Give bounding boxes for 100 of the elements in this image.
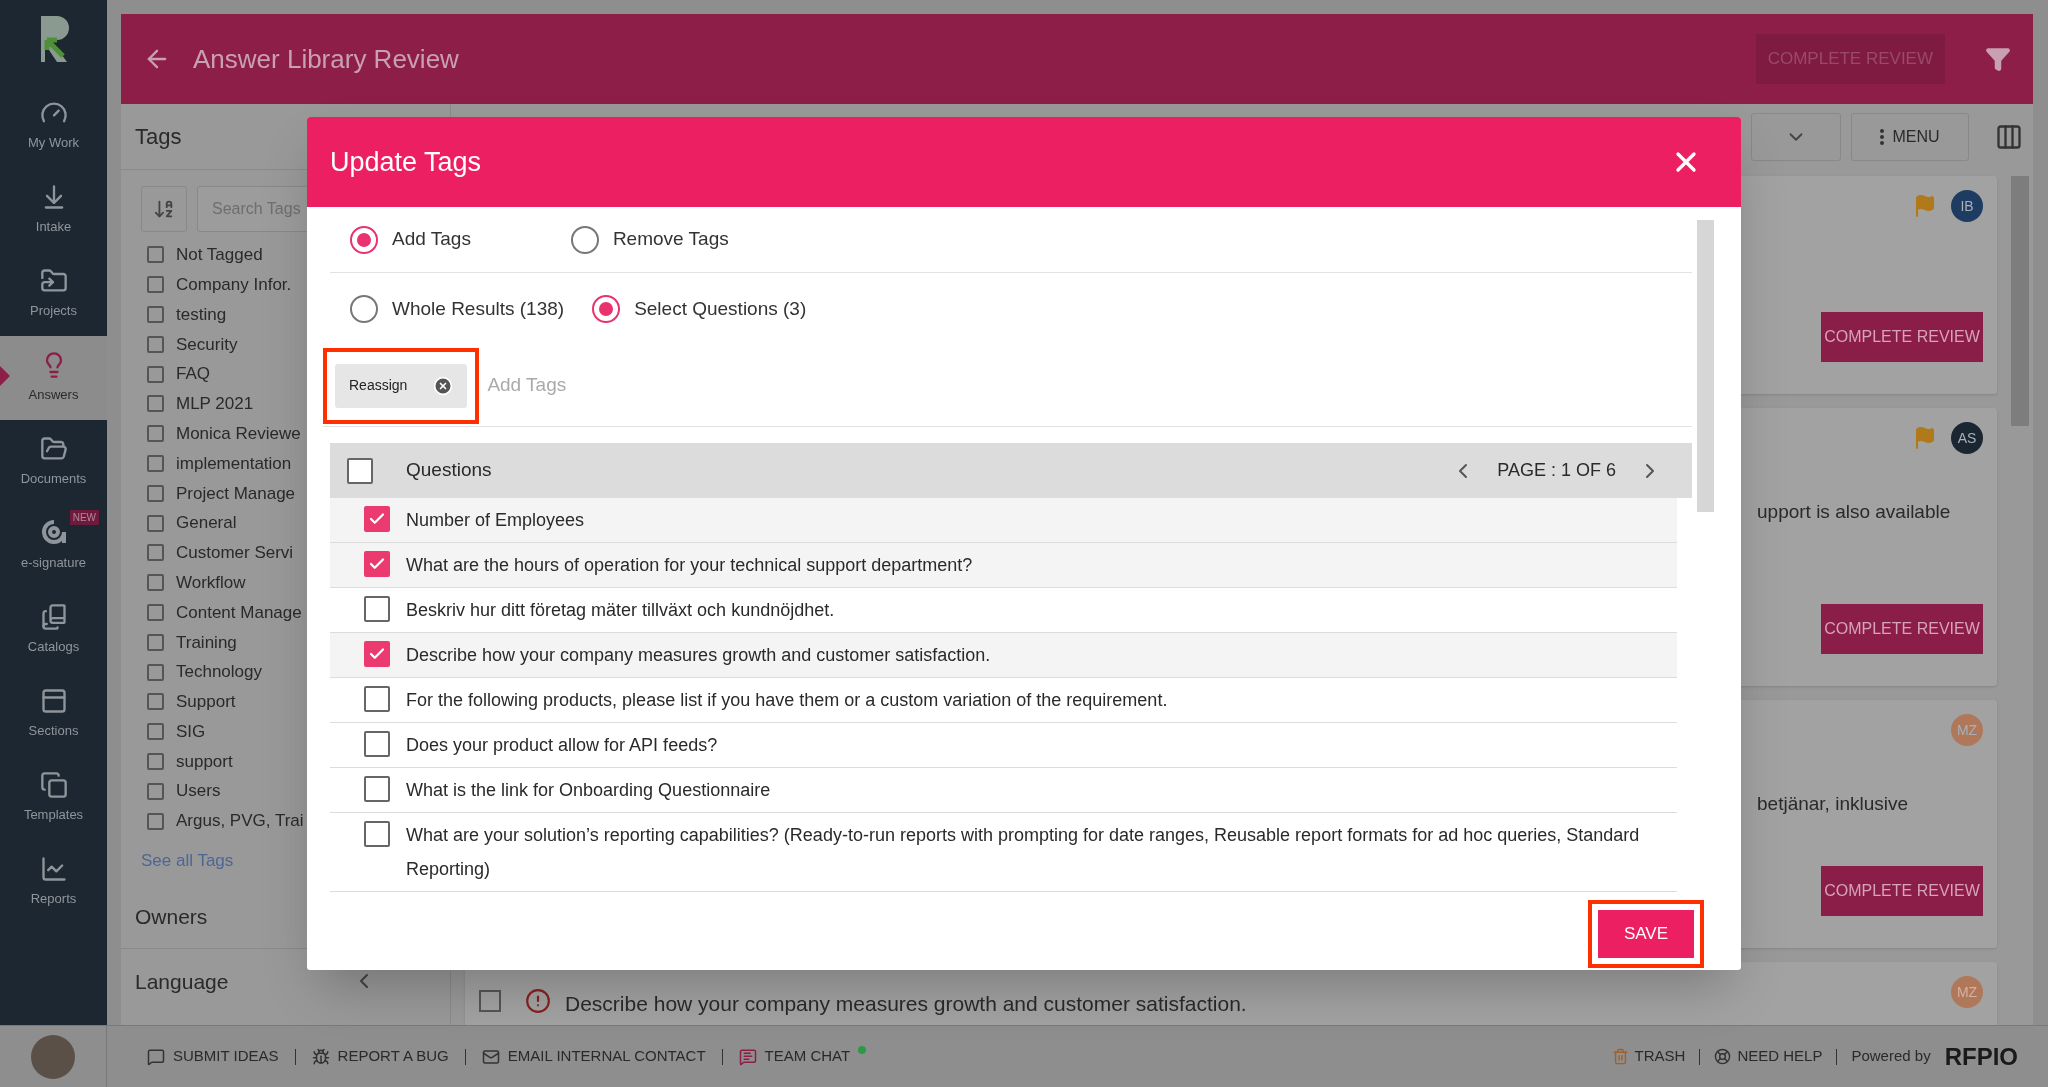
trash-icon	[1611, 1048, 1629, 1065]
checkbox[interactable]	[147, 454, 164, 472]
radio-button[interactable]	[592, 295, 621, 323]
checkbox[interactable]	[147, 663, 164, 681]
chat-icon	[147, 1047, 165, 1066]
brand-logo: RFPIO	[1944, 1041, 2018, 1072]
complete-review-button[interactable]: COMPLETE REVIEW	[1821, 312, 1983, 362]
column-header: Questions	[406, 458, 492, 483]
footer-link[interactable]: TEAM CHAT	[738, 1045, 867, 1068]
tag-label: Training	[176, 631, 237, 654]
sidebar-label: Catalogs	[27, 638, 80, 657]
checkbox[interactable]	[147, 276, 164, 294]
checkbox[interactable]	[364, 596, 390, 622]
sidebar-item[interactable]: NEW e-signature	[0, 504, 107, 588]
question-text: What are your solution’s reporting capabilities? (Ready-to-run reports with prompting for date ranges, Reusable report formats for ad hoc queries, Standard Reporting)	[406, 824, 1641, 881]
tag-label: Content Manage	[176, 601, 302, 624]
tag-input[interactable]: Add Tags	[487, 371, 788, 400]
book-icon	[39, 603, 68, 632]
radio-label: Remove Tags	[612, 227, 729, 252]
radio-button[interactable]	[570, 225, 599, 254]
window-icon	[39, 687, 68, 716]
checkbox[interactable]	[147, 365, 164, 383]
tag-label: Monica Reviewe	[176, 422, 301, 445]
checkbox[interactable]	[364, 731, 390, 757]
footer-link[interactable]: REPORT A BUG	[311, 1045, 449, 1068]
sidebar-item[interactable]: Templates	[0, 756, 107, 840]
tag-label: Technology	[176, 661, 262, 684]
checkbox[interactable]	[147, 484, 164, 502]
complete-review-button[interactable]: COMPLETE REVIEW	[1821, 604, 1983, 654]
avatar: MZ	[1951, 714, 1983, 746]
checkbox[interactable]	[364, 506, 390, 532]
new-badge: NEW	[69, 510, 99, 525]
sort-icon	[153, 198, 175, 220]
question-text: Describe how your company measures growth and customer satisfaction.	[565, 991, 1247, 1017]
sidebar-item[interactable]: Sections	[0, 672, 107, 756]
sidebar-label: Templates	[23, 806, 84, 825]
sidebar-item[interactable]: Projects	[0, 252, 107, 336]
scrollbar[interactable]	[2011, 176, 2029, 426]
sidebar-item[interactable]: Catalogs	[0, 588, 107, 672]
tag-chip[interactable]: Reassign	[335, 363, 468, 408]
sort-button[interactable]	[141, 186, 187, 232]
checkbox[interactable]	[147, 752, 164, 770]
footer-link[interactable]: TRASH	[1611, 1045, 1686, 1068]
footer-link[interactable]: SUBMIT IDEAS	[147, 1045, 279, 1068]
radio-button[interactable]	[350, 225, 378, 254]
checkbox[interactable]	[147, 395, 164, 413]
checkbox[interactable]	[479, 990, 501, 1012]
sidebar-item[interactable]: Answers	[0, 336, 107, 420]
checkbox[interactable]	[147, 514, 164, 532]
stacked-pages-icon	[39, 771, 68, 800]
checkbox[interactable]	[364, 641, 390, 667]
avatar	[31, 1034, 75, 1079]
question-row[interactable]: Describe how your company measures growth and customer satisfaction.	[330, 633, 1677, 678]
tag-label: General	[176, 512, 237, 535]
checkbox[interactable]	[147, 723, 164, 741]
checkbox[interactable]	[364, 551, 390, 577]
footer-link[interactable]: NEED HELP	[1714, 1045, 1823, 1068]
complete-review-button[interactable]: COMPLETE REVIEW	[1821, 866, 1983, 916]
sidebar-item[interactable]: Intake	[0, 168, 107, 252]
tag-label: SIG	[176, 720, 206, 743]
page-indicator: PAGE : 1 OF 6	[1497, 459, 1616, 482]
alert-icon	[525, 988, 551, 1014]
menu-button[interactable]: MENU	[1851, 113, 1969, 161]
page-title: Answer Library Review	[193, 42, 459, 76]
section-title: Owners	[135, 904, 208, 931]
checkbox[interactable]	[364, 821, 390, 847]
checkbox[interactable]	[147, 574, 164, 592]
sidebar-label: e-signature	[20, 554, 86, 573]
filter-icon[interactable]	[1985, 46, 2011, 72]
checkbox[interactable]	[147, 306, 164, 323]
checkbox[interactable]	[147, 603, 164, 621]
footer-link[interactable]: EMAIL INTERNAL CONTACT	[481, 1045, 706, 1068]
tag-label: FAQ	[176, 363, 210, 386]
checkbox[interactable]	[147, 693, 164, 711]
checkbox[interactable]	[347, 457, 373, 484]
selection-marker	[0, 366, 10, 386]
chat-icon	[738, 1047, 757, 1066]
chart-icon	[39, 855, 68, 884]
sidebar-item[interactable]: Documents	[0, 420, 107, 504]
checkbox[interactable]	[364, 776, 390, 802]
remove-icon[interactable]	[433, 375, 454, 396]
tag-label: Company Infor.	[176, 273, 292, 296]
question-text: Number of Employees	[406, 509, 586, 532]
checkbox[interactable]	[147, 812, 164, 830]
checkbox[interactable]	[147, 425, 164, 443]
radio-button[interactable]	[350, 295, 378, 323]
save-button[interactable]: SAVE	[1598, 910, 1694, 958]
checkbox[interactable]	[147, 246, 164, 264]
sidebar-item[interactable]: Reports	[0, 840, 107, 924]
checkbox[interactable]	[147, 782, 164, 800]
scrollbar[interactable]	[1697, 220, 1714, 512]
sidebar-item[interactable]: My Work	[0, 84, 107, 168]
checkbox[interactable]	[147, 633, 164, 651]
powered-by-text: Powered by	[1851, 1046, 1931, 1067]
columns-icon[interactable]	[1995, 123, 2023, 151]
checkbox[interactable]	[147, 544, 164, 562]
question-row[interactable]: What are the hours of operation for your technical support department?	[330, 543, 1677, 588]
checkbox[interactable]	[147, 335, 164, 353]
checkbox[interactable]	[364, 686, 390, 712]
question-row[interactable]: Number of Employees	[330, 498, 1677, 543]
